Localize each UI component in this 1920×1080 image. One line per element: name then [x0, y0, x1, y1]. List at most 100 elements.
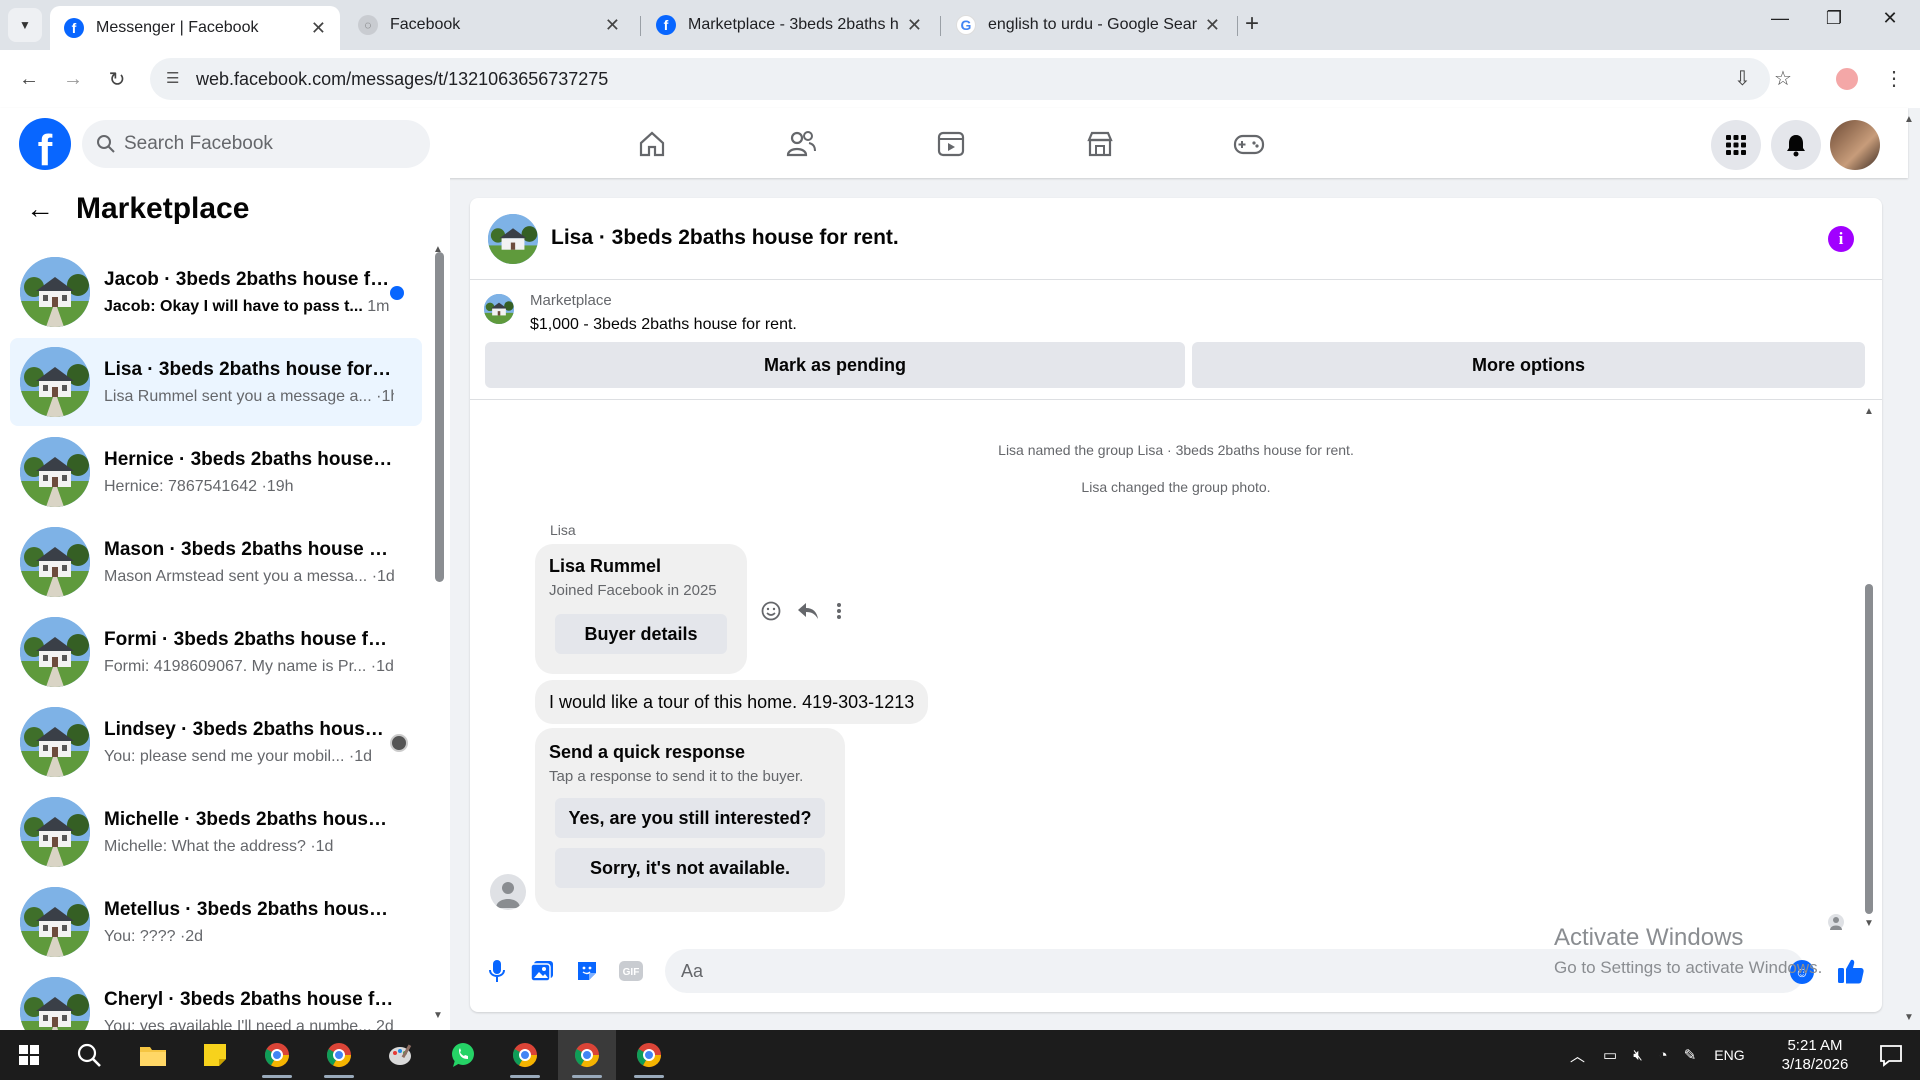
file-explorer-icon[interactable] — [124, 1030, 182, 1080]
conversation-item[interactable]: Lindsey · 3beds 2baths house ... You: ple… — [10, 698, 422, 786]
video-icon[interactable] — [934, 127, 968, 161]
chrome-profile-5-icon[interactable] — [620, 1030, 678, 1080]
notifications-bell-icon[interactable] — [1771, 120, 1821, 170]
sticker-icon[interactable] — [572, 956, 602, 986]
restore-icon[interactable]: ❐ — [1814, 8, 1854, 29]
chat-title[interactable]: Lisa · 3beds 2baths house for rent. — [551, 226, 899, 250]
url-bar[interactable]: ☰ web.facebook.com/messages/t/1321063656… — [150, 58, 1770, 100]
search-icon[interactable] — [60, 1030, 118, 1080]
sender-avatar-icon[interactable] — [490, 874, 526, 910]
chat-scrollbar[interactable] — [1865, 584, 1873, 914]
sender-name: Lisa — [550, 522, 576, 538]
browser-menu-icon[interactable]: ⋮ — [1884, 66, 1904, 91]
chrome-profile-m-icon[interactable] — [248, 1030, 306, 1080]
tab-marketplace[interactable]: f Marketplace - 3beds 2baths house ✕ — [642, 6, 936, 44]
quick-reply-interested-button[interactable]: Yes, are you still interested? — [555, 798, 825, 838]
whatsapp-icon[interactable] — [434, 1030, 492, 1080]
conversation-text: Michelle · 3beds 2baths house f... Michel… — [104, 809, 394, 856]
microphone-icon[interactable] — [482, 956, 512, 986]
group-photo[interactable] — [488, 214, 538, 264]
facebook-logo-icon[interactable]: f — [19, 118, 71, 170]
react-emoji-icon[interactable] — [760, 600, 782, 627]
page-scroll-up-icon[interactable]: ▲ — [1904, 114, 1914, 125]
conversation-item[interactable]: Mason · 3beds 2baths house for... Mason A… — [10, 518, 422, 606]
browser-profile-avatar[interactable] — [1834, 66, 1860, 92]
conversation-title: Lisa · 3beds 2baths house for rent. — [104, 358, 394, 380]
page-scroll-down-icon[interactable]: ▼ — [1904, 1012, 1914, 1023]
profile-avatar[interactable] — [1830, 120, 1880, 170]
clock[interactable]: 5:21 AM 3/18/2026 — [1760, 1036, 1870, 1074]
close-tab-icon[interactable]: ✕ — [907, 15, 922, 36]
tab-search-button[interactable]: ▼ — [8, 8, 42, 42]
info-icon[interactable]: i — [1828, 226, 1854, 252]
more-vertical-icon[interactable] — [834, 600, 844, 627]
message-bubble[interactable]: I would like a tour of this home. 419-30… — [535, 680, 929, 724]
show-hidden-icons-icon[interactable]: ︿ — [1570, 1045, 1585, 1066]
minimize-icon[interactable]: — — [1760, 8, 1800, 29]
volume-muted-icon[interactable]: 🔇︎ — [1633, 1047, 1642, 1064]
friends-icon[interactable] — [784, 127, 818, 161]
conversation-list-scrollbar[interactable] — [435, 252, 444, 582]
paint-app-icon[interactable] — [372, 1030, 430, 1080]
reply-icon[interactable] — [796, 600, 820, 627]
reload-icon[interactable]: ↻ — [102, 64, 132, 94]
conversation-avatar — [20, 797, 90, 867]
chrome-profile-a-icon[interactable] — [310, 1030, 368, 1080]
chrome-profile-3-icon[interactable] — [496, 1030, 554, 1080]
conversation-item[interactable]: Formi · 3beds 2baths house for r... Formi… — [10, 608, 422, 696]
conversation-item[interactable]: Metellus · 3beds 2baths house f... You: ?… — [10, 878, 422, 966]
listing-price[interactable]: $1,000 - 3beds 2baths house for rent. — [530, 316, 797, 334]
conversation-item[interactable]: Hernice · 3beds 2baths house fo... Hernic… — [10, 428, 422, 516]
gif-icon[interactable]: GIF — [616, 956, 646, 986]
conversation-list-pane: ← Marketplace Jacob · 3beds 2baths house… — [0, 178, 450, 1030]
tab-google-search[interactable]: G english to urdu - Google Search ✕ — [942, 6, 1234, 44]
close-tab-icon[interactable]: ✕ — [605, 15, 620, 36]
seen-avatar-icon — [390, 734, 408, 752]
conversation-title: Mason · 3beds 2baths house for... — [104, 538, 394, 560]
system-tray: ︿ ▭ 🔇︎ ◔ ✎ ENG — [1570, 1030, 1745, 1080]
quick-reply-unavailable-button[interactable]: Sorry, it's not available. — [555, 848, 825, 888]
scroll-up-arrow-icon[interactable]: ▲ — [1864, 406, 1874, 417]
close-tab-icon[interactable]: ✕ — [311, 18, 326, 39]
photo-icon[interactable] — [527, 956, 557, 986]
conversation-item[interactable]: Lisa · 3beds 2baths house for rent. Lisa … — [10, 338, 422, 426]
pen-icon[interactable]: ✎ — [1684, 1046, 1697, 1064]
more-options-button[interactable]: More options — [1192, 342, 1865, 388]
conversation-preview-line: Formi: 4198609067. My name is Pr... ·1d — [104, 658, 394, 676]
notifications-center-icon[interactable] — [1862, 1030, 1920, 1080]
forward-arrow-icon[interactable]: → — [58, 64, 88, 94]
battery-icon[interactable]: ▭ — [1603, 1046, 1617, 1064]
mark-as-pending-button[interactable]: Mark as pending — [485, 342, 1185, 388]
windows-start-icon[interactable] — [0, 1030, 58, 1080]
conversation-item[interactable]: Jacob · 3beds 2baths house fo... Jacob: O… — [10, 248, 422, 336]
install-app-icon[interactable]: ⇩ — [1734, 66, 1751, 91]
scroll-down-arrow-icon[interactable]: ▼ — [433, 1010, 443, 1021]
listing-thumbnail[interactable] — [484, 294, 514, 324]
conversation-preview-line: Hernice: 7867541642 ·19h — [104, 478, 394, 496]
scroll-down-arrow-icon[interactable]: ▼ — [1864, 918, 1874, 929]
conversation-time: ·1d — [370, 657, 394, 675]
facebook-search-box[interactable]: Search Facebook — [82, 120, 430, 168]
site-settings-icon[interactable]: ☰ — [166, 69, 186, 89]
menu-grid-icon[interactable] — [1711, 120, 1761, 170]
new-tab-icon[interactable]: + — [1245, 10, 1259, 38]
back-arrow-icon[interactable]: ← — [14, 64, 44, 94]
conversation-item[interactable]: Cheryl · 3beds 2baths house for ... You: … — [10, 968, 422, 1030]
language-indicator[interactable]: ENG — [1714, 1047, 1744, 1063]
sticky-notes-icon[interactable] — [186, 1030, 244, 1080]
gaming-icon[interactable] — [1232, 127, 1266, 161]
marketplace-icon[interactable] — [1083, 127, 1117, 161]
close-window-icon[interactable]: ✕ — [1870, 8, 1910, 29]
wifi-icon[interactable]: ◔ — [1659, 1047, 1668, 1064]
home-icon[interactable] — [635, 127, 669, 161]
conversation-item[interactable]: Michelle · 3beds 2baths house f... Michel… — [10, 788, 422, 876]
bookmark-star-icon[interactable]: ☆ — [1774, 66, 1792, 91]
tab-facebook[interactable]: ◌ Facebook ✕ — [344, 6, 634, 44]
buyer-details-button[interactable]: Buyer details — [555, 614, 727, 654]
chrome-profile-4-icon[interactable] — [558, 1030, 616, 1080]
page-title: Marketplace — [76, 192, 250, 225]
back-arrow-icon[interactable]: ← — [26, 193, 54, 225]
tab-messenger[interactable]: f Messenger | Facebook ✕ — [50, 6, 340, 50]
close-tab-icon[interactable]: ✕ — [1205, 15, 1220, 36]
thumbs-up-icon[interactable] — [1836, 956, 1866, 991]
